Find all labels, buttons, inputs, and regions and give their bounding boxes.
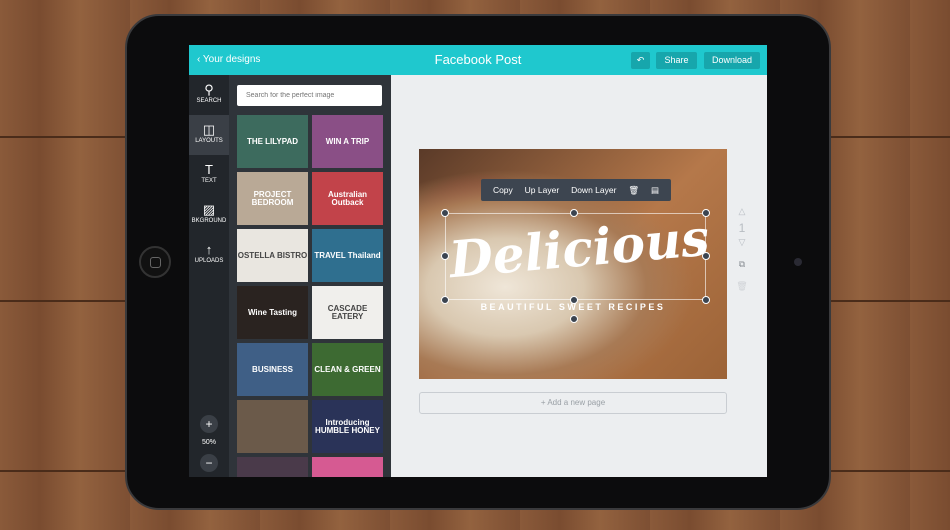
- layout-thumbnail[interactable]: CLEAN & GREEN: [312, 343, 383, 396]
- layouts-panel: THE LILYPAD WIN A TRIP PROJECT BEDROOM Aust…: [229, 75, 391, 477]
- resize-handle[interactable]: [570, 296, 578, 304]
- layout-thumbnail[interactable]: [237, 400, 308, 453]
- layout-thumbnail[interactable]: BUSINESS: [237, 343, 308, 396]
- transparency-icon[interactable]: ▤: [651, 185, 659, 196]
- resize-handle[interactable]: [570, 209, 578, 217]
- resize-handle[interactable]: [441, 209, 449, 217]
- layout-thumbnail[interactable]: OSTELLA BISTRO: [237, 229, 308, 282]
- image-search-input[interactable]: [237, 85, 382, 106]
- rail-layouts[interactable]: ◫ LAYOUTS: [189, 115, 229, 155]
- layout-thumbnail[interactable]: CASCADE EATERY: [312, 286, 383, 339]
- page-number: 1: [738, 221, 746, 235]
- zoom-level: 50%: [201, 439, 216, 446]
- layout-title: CLEAN & GREEN: [314, 364, 381, 374]
- layout-title: Wine Tasting: [247, 307, 298, 317]
- layout-thumbnail[interactable]: [312, 457, 383, 477]
- selection-box: [445, 213, 706, 300]
- layout-title: THE LILYPAD: [246, 136, 299, 146]
- app-screen: ‹ Your designs Facebook Post ↶ Share Dow…: [189, 45, 767, 477]
- zoom-in-button[interactable]: +: [200, 415, 218, 433]
- rail-label: TEXT: [201, 178, 217, 184]
- undo-button[interactable]: ↶: [631, 52, 650, 69]
- rail-label: LAYOUTS: [195, 138, 223, 144]
- layout-title: WIN A TRIP: [325, 136, 370, 146]
- layouts-icon: ◫: [202, 122, 216, 137]
- copy-button[interactable]: Copy: [493, 185, 513, 195]
- layout-thumbnail[interactable]: PROJECT BEDROOM: [237, 172, 308, 225]
- delete-page-icon[interactable]: 🗑: [735, 281, 749, 292]
- rotate-handle[interactable]: [570, 315, 578, 323]
- resize-handle[interactable]: [441, 296, 449, 304]
- layout-title: OSTELLA BISTRO: [237, 250, 308, 260]
- layout-title: PROJECT BEDROOM: [251, 189, 294, 207]
- rail-uploads[interactable]: ↑ UPLOADS: [189, 235, 229, 275]
- element-toolbar: Copy Up Layer Down Layer 🗑 ▤: [481, 179, 671, 201]
- up-layer-button[interactable]: Up Layer: [525, 185, 560, 195]
- down-layer-button[interactable]: Down Layer: [571, 185, 616, 195]
- download-button[interactable]: Download: [704, 52, 760, 69]
- resize-handle[interactable]: [441, 252, 449, 260]
- layout-thumbnail[interactable]: Australian Outback: [312, 172, 383, 225]
- canvas-area: Delicious BEAUTIFUL SWEET RECIPES Copy U…: [391, 75, 767, 477]
- layout-thumbnail[interactable]: Introducing HUMBLE HONEY: [312, 400, 383, 453]
- layout-thumbnail[interactable]: TRAVEL Thailand: [312, 229, 383, 282]
- layout-thumbnail[interactable]: THE LILYPAD: [237, 115, 308, 168]
- background-icon: ▨: [202, 202, 216, 217]
- rail-background[interactable]: ▨ BKGROUND: [189, 195, 229, 235]
- add-page-button[interactable]: + Add a new page: [419, 392, 727, 414]
- home-button[interactable]: [139, 246, 171, 278]
- layout-title: Australian Outback: [327, 189, 368, 207]
- uploads-icon: ↑: [205, 242, 213, 257]
- rail-search[interactable]: ⚲ SEARCH: [189, 75, 229, 115]
- header: ‹ Your designs Facebook Post ↶ Share Dow…: [189, 45, 767, 75]
- page-up-button[interactable]: △: [735, 206, 749, 217]
- rail-label: SEARCH: [196, 98, 222, 104]
- rail-text[interactable]: T TEXT: [189, 155, 229, 195]
- text-icon: T: [205, 162, 213, 177]
- layout-title: Introducing HUMBLE HONEY: [315, 417, 380, 435]
- delete-icon[interactable]: 🗑: [628, 185, 639, 196]
- layout-thumbnail[interactable]: TRADITIONAL: [237, 457, 308, 477]
- camera: [794, 258, 802, 266]
- layout-title: TRAVEL Thailand: [314, 250, 381, 260]
- zoom-out-button[interactable]: −: [200, 454, 218, 472]
- search-icon: ⚲: [204, 82, 214, 97]
- resize-handle[interactable]: [702, 209, 710, 217]
- layout-thumbnail[interactable]: Wine Tasting: [237, 286, 308, 339]
- duplicate-page-icon[interactable]: ⧉: [735, 259, 749, 270]
- layout-title: CASCADE EATERY: [327, 303, 368, 321]
- page-down-button[interactable]: ▽: [735, 237, 749, 248]
- share-button[interactable]: Share: [656, 52, 697, 69]
- layout-title: BUSINESS: [252, 364, 293, 374]
- rail-label: BKGROUND: [191, 218, 227, 224]
- resize-handle[interactable]: [702, 252, 710, 260]
- tool-rail: ⚲ SEARCH ◫ LAYOUTS T TEXT ▨ BKGROUND ↑ UPLOAD…: [189, 75, 229, 477]
- layout-thumbnail[interactable]: WIN A TRIP: [312, 115, 383, 168]
- resize-handle[interactable]: [702, 296, 710, 304]
- rail-label: UPLOADS: [194, 258, 224, 264]
- design-canvas[interactable]: Delicious BEAUTIFUL SWEET RECIPES Copy U…: [419, 149, 727, 379]
